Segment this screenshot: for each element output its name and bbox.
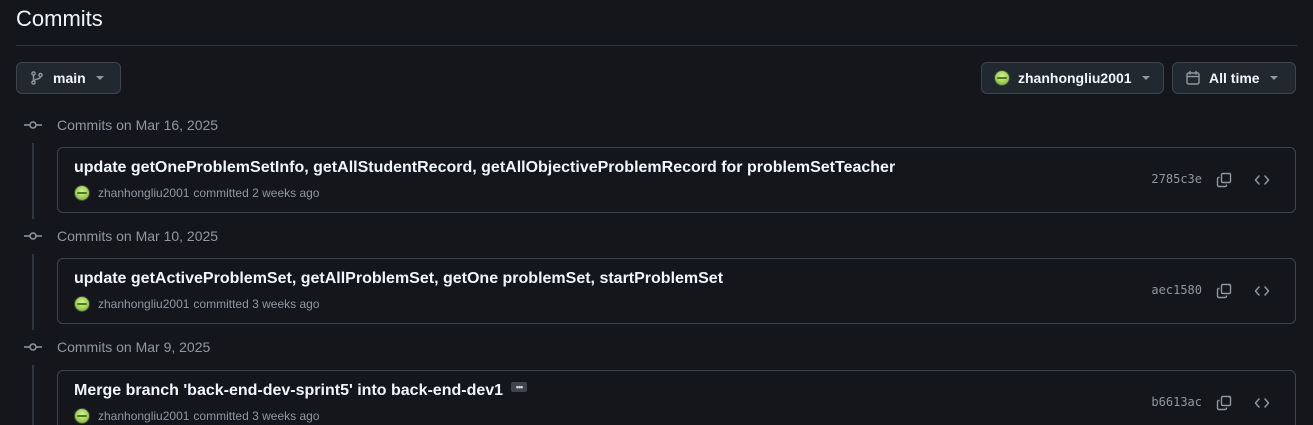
avatar[interactable]: [74, 408, 90, 424]
commit-group-date: Commits on Mar 10, 2025: [57, 228, 219, 244]
timeline-line: [32, 365, 34, 425]
timeline-line: [32, 143, 34, 219]
commit-sha-link[interactable]: b6613ac: [1151, 395, 1202, 409]
git-commit-icon: [24, 228, 42, 244]
copy-sha-button[interactable]: [1212, 279, 1236, 303]
author-select-button[interactable]: zhanhongliu2001: [981, 62, 1164, 94]
commit-group-header: Commits on Mar 10, 2025: [24, 226, 218, 246]
branch-select-button[interactable]: main: [16, 62, 121, 94]
git-branch-icon: [29, 70, 45, 86]
commit-message: update getActiveProblemSet, getAllProble…: [74, 270, 724, 287]
chevron-down-icon: [1141, 76, 1150, 80]
commit-meta: zhanhongliu2001 committed 2 weeks ago: [74, 185, 319, 201]
ellipsis-icon[interactable]: •••: [511, 382, 528, 392]
code-icon: [1254, 175, 1270, 185]
chevron-down-icon: [1269, 76, 1278, 80]
chevron-down-icon: [95, 76, 104, 80]
avatar[interactable]: [74, 185, 90, 201]
commit-meta: zhanhongliu2001 committed 3 weeks ago: [74, 408, 319, 424]
commit-author-link[interactable]: zhanhongliu2001: [98, 186, 189, 200]
commit-time-text: committed 3 weeks ago: [193, 297, 320, 311]
commit-group-header: Commits on Mar 16, 2025: [24, 115, 218, 135]
commit-card: update getOneProblemSetInfo, getAllStude…: [57, 147, 1296, 213]
git-commit-icon: [24, 117, 42, 133]
time-range-label: All time: [1209, 70, 1260, 86]
commit-message: update getOneProblemSetInfo, getAllStude…: [74, 159, 896, 176]
copy-icon: [1216, 283, 1232, 299]
commit-message: Merge branch 'back-end-dev-sprint5' into…: [74, 382, 504, 399]
browse-code-button[interactable]: [1250, 279, 1274, 303]
browse-code-button[interactable]: [1250, 391, 1274, 415]
commits-page: Commits main zhanhongliu2001 All time Co…: [0, 0, 1313, 425]
calendar-icon: [1185, 70, 1201, 86]
time-range-button[interactable]: All time: [1172, 62, 1296, 94]
avatar: [994, 70, 1010, 86]
code-icon: [1254, 398, 1270, 408]
commit-author-link[interactable]: zhanhongliu2001: [98, 409, 189, 423]
browse-code-button[interactable]: [1250, 168, 1274, 192]
commit-group-date: Commits on Mar 9, 2025: [57, 339, 211, 355]
page-title: Commits: [16, 6, 103, 31]
copy-sha-button[interactable]: [1212, 168, 1236, 192]
commit-card: update getActiveProblemSet, getAllProble…: [57, 258, 1296, 324]
timeline-line: [32, 254, 34, 330]
commit-time-text: committed 3 weeks ago: [193, 409, 320, 423]
commit-sha-link[interactable]: 2785c3e: [1151, 172, 1202, 186]
code-icon: [1254, 286, 1270, 296]
commit-group-header: Commits on Mar 9, 2025: [24, 337, 210, 357]
copy-icon: [1216, 172, 1232, 188]
title-divider: [16, 45, 1297, 46]
avatar[interactable]: [74, 296, 90, 312]
branch-select-label: main: [53, 70, 86, 86]
commit-message-link[interactable]: update getOneProblemSetInfo, getAllStude…: [74, 159, 895, 177]
commit-meta: zhanhongliu2001 committed 3 weeks ago: [74, 296, 319, 312]
commit-author-link[interactable]: zhanhongliu2001: [98, 297, 189, 311]
git-commit-icon: [24, 339, 42, 355]
commit-group-date: Commits on Mar 16, 2025: [57, 117, 219, 133]
commit-card: Merge branch 'back-end-dev-sprint5' into…: [57, 370, 1296, 425]
commit-message-link[interactable]: Merge branch 'back-end-dev-sprint5' into…: [74, 382, 528, 400]
commit-message-link[interactable]: update getActiveProblemSet, getAllProble…: [74, 270, 723, 288]
copy-sha-button[interactable]: [1212, 391, 1236, 415]
author-select-label: zhanhongliu2001: [1018, 70, 1132, 86]
commit-sha-link[interactable]: aec1580: [1151, 283, 1202, 297]
commit-time-text: committed 2 weeks ago: [193, 186, 320, 200]
copy-icon: [1216, 395, 1232, 411]
